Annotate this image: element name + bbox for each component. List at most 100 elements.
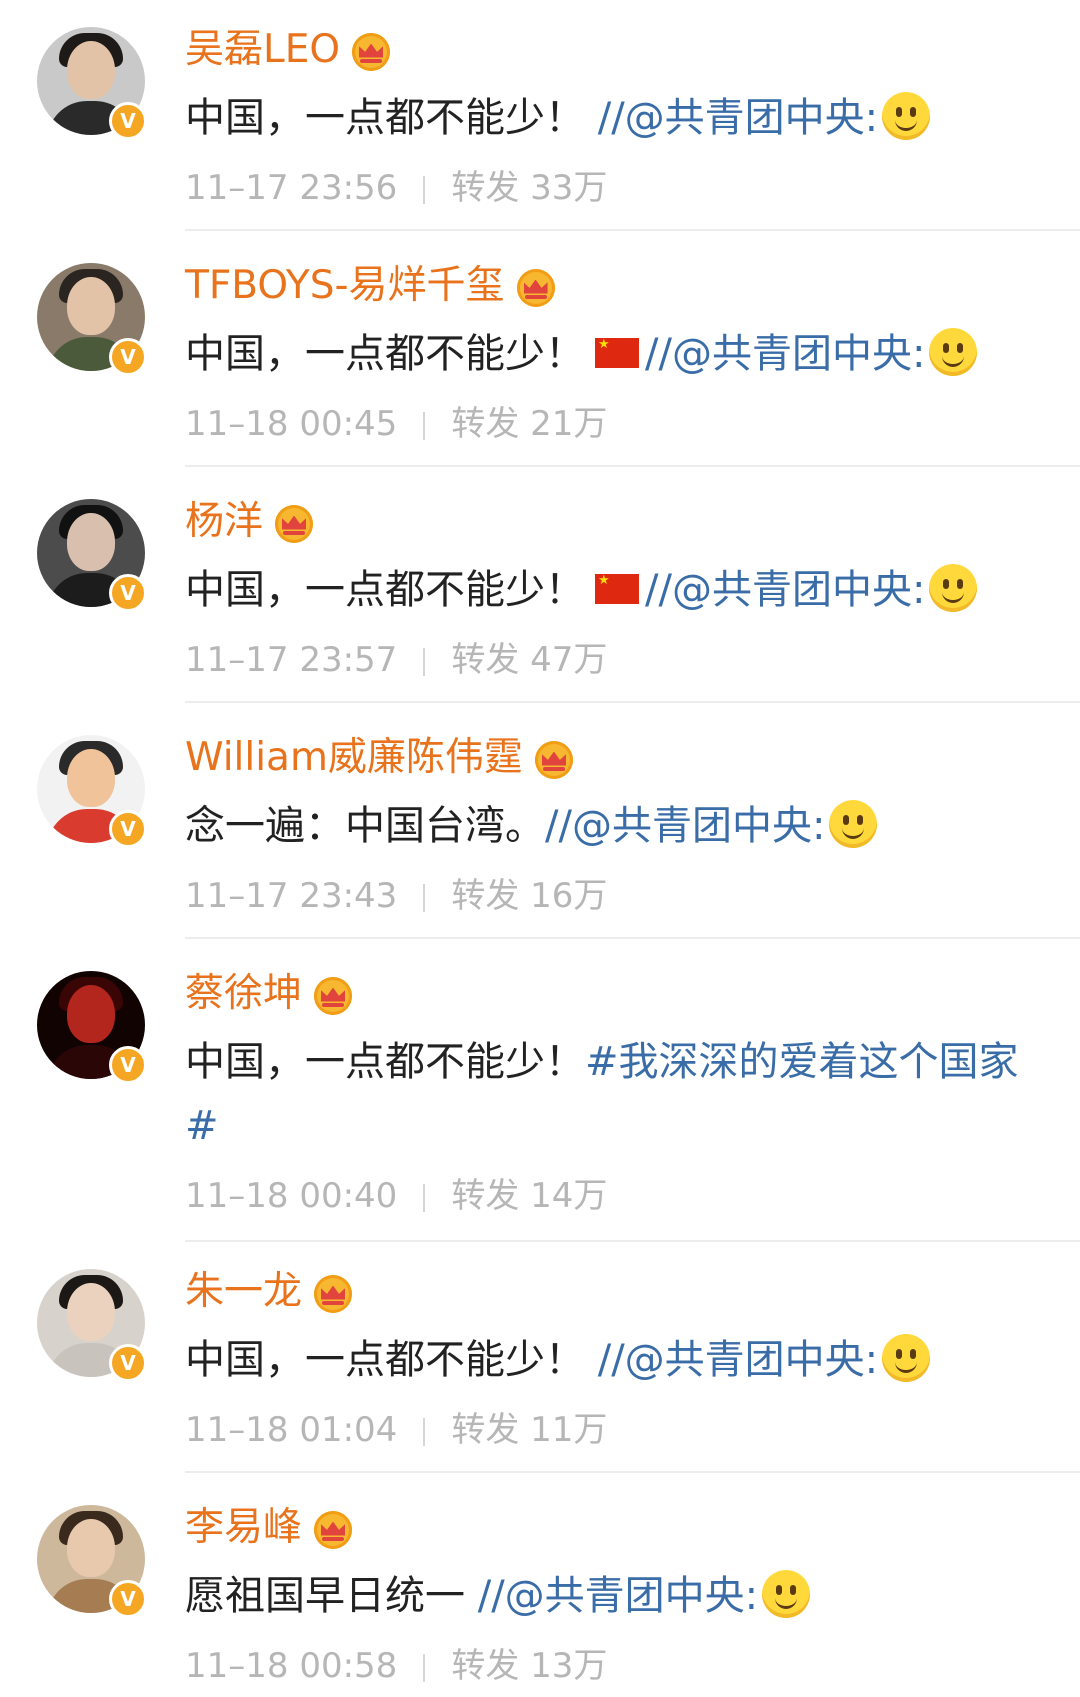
repost-count: 16万 bbox=[530, 876, 608, 916]
meta-divider bbox=[423, 1653, 426, 1682]
divider bbox=[185, 701, 1080, 703]
repost-label[interactable]: 转发 bbox=[451, 1410, 519, 1450]
username-text[interactable]: TFBOYS-易烊千玺 bbox=[185, 263, 505, 308]
timestamp: 11–17 23:57 bbox=[185, 640, 398, 680]
meta-divider bbox=[423, 1417, 426, 1446]
repost-label[interactable]: 转发 bbox=[451, 876, 519, 916]
username-text[interactable]: 朱一龙 bbox=[185, 1269, 302, 1314]
username[interactable]: 朱一龙 bbox=[185, 1262, 353, 1322]
smile-emoji-icon bbox=[929, 564, 978, 612]
timestamp: 11–18 00:40 bbox=[185, 1176, 398, 1216]
china-flag-icon bbox=[595, 337, 639, 368]
verified-v-icon: V bbox=[109, 1580, 147, 1618]
post-content: 中国，一点都不能少！ bbox=[185, 331, 585, 377]
username[interactable]: 蔡徐坤 bbox=[185, 964, 353, 1024]
meta-divider bbox=[423, 411, 426, 440]
repost-count: 21万 bbox=[530, 404, 608, 444]
divider bbox=[185, 1471, 1080, 1473]
timestamp: 11–18 00:45 bbox=[185, 404, 398, 444]
post-meta: 11–17 23:57 转发 47万 bbox=[185, 638, 607, 682]
repost-label[interactable]: 转发 bbox=[451, 404, 519, 444]
post-item[interactable]: V TFBOYS-易烊千玺 中国，一点都不能少！ //@共青团中央: 11–18 … bbox=[0, 236, 1080, 467]
timestamp: 11–18 00:58 bbox=[185, 1646, 398, 1686]
repost-label[interactable]: 转发 bbox=[451, 168, 519, 208]
post-meta: 11–17 23:43 转发 16万 bbox=[185, 874, 607, 918]
post-meta: 11–18 00:40 转发 14万 bbox=[185, 1174, 607, 1218]
post-item[interactable]: V 吴磊LEO 中国，一点都不能少！ //@共青团中央: 11–17 23:56… bbox=[0, 0, 1080, 231]
post-content: 中国，一点都不能少！ bbox=[185, 1337, 585, 1383]
verified-v-icon: V bbox=[109, 102, 147, 140]
verified-v-icon: V bbox=[109, 810, 147, 848]
post-item[interactable]: V 蔡徐坤 中国，一点都不能少！#我深深的爱着这个国家# 11–18 00:40… bbox=[0, 944, 1080, 1242]
username[interactable]: 吴磊LEO bbox=[185, 20, 391, 80]
crown-icon bbox=[516, 268, 555, 307]
post-content: 中国，一点都不能少！ bbox=[185, 95, 585, 141]
meta-divider bbox=[423, 1183, 426, 1212]
smile-emoji-icon bbox=[929, 328, 978, 376]
post-item[interactable]: V William威廉陈伟霆 念一遍：中国台湾。//@共青团中央: 11–17 … bbox=[0, 708, 1080, 939]
crown-icon bbox=[314, 976, 353, 1015]
post-item[interactable]: V 朱一龙 中国，一点都不能少！ //@共青团中央: 11–18 01:04 转发… bbox=[0, 1242, 1080, 1473]
smile-emoji-icon bbox=[762, 1570, 811, 1618]
username-text[interactable]: 杨洋 bbox=[185, 499, 263, 544]
repost-count: 14万 bbox=[530, 1176, 608, 1216]
timestamp: 11–17 23:56 bbox=[185, 168, 398, 208]
mention-link[interactable]: //@共青团中央: bbox=[645, 331, 925, 377]
post-text: 念一遍：中国台湾。//@共青团中央: bbox=[185, 794, 1045, 858]
post-text: 中国，一点都不能少！ //@共青团中央: bbox=[185, 322, 1045, 386]
username[interactable]: 李易峰 bbox=[185, 1498, 353, 1558]
repost-count: 47万 bbox=[530, 640, 608, 680]
repost-label[interactable]: 转发 bbox=[451, 1176, 519, 1216]
post-text: 中国，一点都不能少！ //@共青团中央: bbox=[185, 86, 1045, 150]
smile-emoji-icon bbox=[829, 800, 878, 848]
post-text: 中国，一点都不能少！ //@共青团中央: bbox=[185, 1328, 1045, 1392]
post-content: 中国，一点都不能少！ bbox=[185, 567, 585, 613]
repost-label[interactable]: 转发 bbox=[451, 1646, 519, 1686]
post-meta: 11–18 00:45 转发 21万 bbox=[185, 402, 607, 446]
username-text[interactable]: 李易峰 bbox=[185, 1505, 302, 1550]
username-text[interactable]: 蔡徐坤 bbox=[185, 971, 302, 1016]
crown-icon bbox=[314, 1510, 353, 1549]
repost-count: 11万 bbox=[530, 1410, 608, 1450]
china-flag-icon bbox=[595, 573, 639, 604]
verified-v-icon: V bbox=[109, 574, 147, 612]
crown-icon bbox=[314, 1274, 353, 1313]
username[interactable]: 杨洋 bbox=[185, 492, 314, 552]
crown-icon bbox=[275, 504, 314, 543]
divider bbox=[185, 937, 1080, 939]
repost-count: 33万 bbox=[530, 168, 608, 208]
post-content: 中国，一点都不能少！ bbox=[185, 1039, 585, 1085]
username[interactable]: William威廉陈伟霆 bbox=[185, 728, 573, 788]
post-content: 愿祖国早日统一 bbox=[185, 1573, 465, 1619]
post-content: 念一遍：中国台湾。 bbox=[185, 803, 545, 849]
username[interactable]: TFBOYS-易烊千玺 bbox=[185, 256, 555, 316]
mention-link[interactable]: //@共青团中央: bbox=[598, 95, 878, 141]
mention-link[interactable]: //@共青团中央: bbox=[598, 1337, 878, 1383]
mention-link[interactable]: //@共青团中央: bbox=[478, 1573, 758, 1619]
verified-v-icon: V bbox=[109, 338, 147, 376]
post-text: 愿祖国早日统一 //@共青团中央: bbox=[185, 1564, 1045, 1628]
divider bbox=[185, 229, 1080, 231]
repost-count: 13万 bbox=[530, 1646, 608, 1686]
post-meta: 11–17 23:56 转发 33万 bbox=[185, 166, 607, 210]
post-text: 中国，一点都不能少！#我深深的爱着这个国家# bbox=[185, 1030, 1045, 1158]
post-item[interactable]: V 杨洋 中国，一点都不能少！ //@共青团中央: 11–17 23:57 转发 4… bbox=[0, 472, 1080, 703]
crown-icon bbox=[352, 32, 391, 71]
meta-divider bbox=[423, 647, 426, 676]
repost-label[interactable]: 转发 bbox=[451, 640, 519, 680]
post-meta: 11–18 00:58 转发 13万 bbox=[185, 1644, 607, 1688]
timestamp: 11–17 23:43 bbox=[185, 876, 398, 916]
mention-link[interactable]: //@共青团中央: bbox=[545, 803, 825, 849]
post-text: 中国，一点都不能少！ //@共青团中央: bbox=[185, 558, 1045, 622]
mention-link[interactable]: //@共青团中央: bbox=[645, 567, 925, 613]
crown-icon bbox=[534, 740, 573, 779]
meta-divider bbox=[423, 175, 426, 204]
divider bbox=[185, 465, 1080, 467]
verified-v-icon: V bbox=[109, 1046, 147, 1084]
username-text[interactable]: William威廉陈伟霆 bbox=[185, 735, 523, 780]
username-text[interactable]: 吴磊LEO bbox=[185, 27, 340, 72]
post-item[interactable]: V 李易峰 愿祖国早日统一 //@共青团中央: 11–18 00:58 转发 13… bbox=[0, 1478, 1080, 1697]
smile-emoji-icon bbox=[882, 92, 931, 140]
timestamp: 11–18 01:04 bbox=[185, 1410, 398, 1450]
verified-v-icon: V bbox=[109, 1344, 147, 1382]
